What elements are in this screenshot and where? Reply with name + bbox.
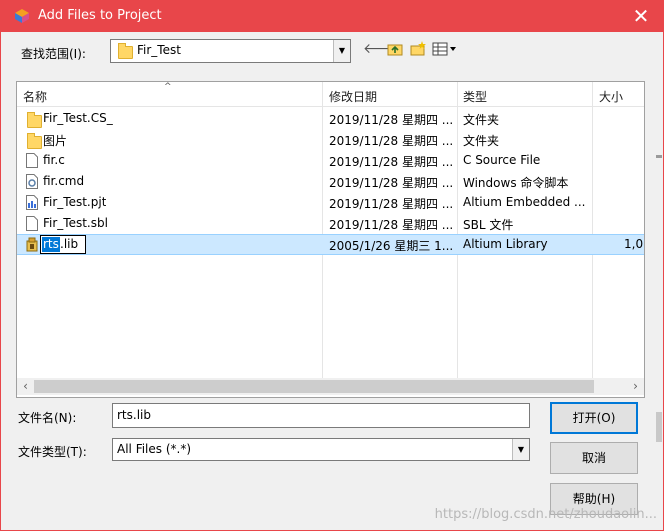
folder-icon [27,112,42,128]
file-type-label: 文件类型(T): [18,445,87,459]
horizontal-scrollbar[interactable]: ‹ › [17,378,644,395]
file-name: fir.cmd [43,174,85,188]
column-date[interactable]: 修改日期 [329,88,377,105]
list-item[interactable]: Fir_Test.pjt 2019/11/28 星期四 ... Altium E… [17,192,644,213]
file-name: 图片 [43,134,68,148]
scroll-left-icon[interactable]: ‹ [17,378,34,395]
file-name: Fir_Test.pjt [43,195,107,209]
column-size[interactable]: 大小 [599,88,623,105]
add-files-dialog: Add Files to Project ✕ 查找范围(I): Fir_Test… [0,0,664,531]
folder-icon [118,43,133,59]
app-icon [15,9,29,23]
file-type: Altium Library [463,237,548,251]
column-type[interactable]: 类型 [463,88,487,105]
look-in-dropdown[interactable]: Fir_Test ▼ [110,39,351,63]
chevron-down-icon[interactable]: ▼ [333,40,350,62]
close-button[interactable]: ✕ [619,1,663,32]
list-item-selected[interactable]: rts .lib 2005/1/26 星期三 1... Altium Libra… [17,234,644,255]
cancel-button[interactable]: 取消 [550,442,638,474]
title-bar[interactable]: Add Files to Project ✕ [1,1,663,32]
file-date: 2019/11/28 星期四 ... [329,113,454,127]
scroll-right-icon[interactable]: › [627,378,644,395]
file-type: Altium Embedded ... [463,195,586,209]
file-name: fir.c [43,153,65,167]
look-in-value: Fir_Test [137,43,181,57]
file-type: 文件夹 [463,113,500,127]
new-folder-icon[interactable] [409,40,427,58]
file-date: 2005/1/26 星期三 1... [329,239,454,253]
back-icon[interactable]: 🡐 [363,40,401,58]
file-date: 2019/11/28 星期四 ... [329,155,454,169]
look-in-label: 查找范围(I): [21,47,86,61]
column-header: 名称 ^ 修改日期 类型 大小 [17,82,644,107]
file-type: C Source File [463,153,541,167]
file-list[interactable]: 名称 ^ 修改日期 类型 大小 Fir_Test.CS_ 2019/11/28 … [16,81,645,398]
file-date: 2019/11/28 星期四 ... [329,218,454,232]
open-button[interactable]: 打开(O) [550,402,638,434]
file-name-input[interactable]: rts.lib [112,403,530,428]
list-item[interactable]: Fir_Test.CS_ 2019/11/28 星期四 ... 文件夹 [17,108,644,129]
file-type: Windows 命令脚本 [463,176,569,190]
watermark: https://blog.csdn.net/zhoudaolin... [434,507,657,522]
file-type: SBL 文件 [463,218,514,232]
library-icon [26,237,38,252]
file-name: Fir_Test.CS_ [43,111,113,125]
file-date: 2019/11/28 星期四 ... [329,197,454,211]
file-type: 文件夹 [463,134,500,148]
sort-ascending-icon: ^ [164,82,172,92]
document-icon [26,216,38,231]
up-folder-icon[interactable] [386,40,404,58]
script-icon [26,174,38,189]
rename-selected-text: rts [42,237,60,252]
list-item[interactable]: Fir_Test.sbl 2019/11/28 星期四 ... SBL 文件 [17,213,644,234]
list-item[interactable]: fir.c 2019/11/28 星期四 ... C Source File [17,150,644,171]
file-name-label: 文件名(N): [18,411,77,425]
list-item[interactable]: fir.cmd 2019/11/28 星期四 ... Windows 命令脚本 [17,171,644,192]
file-size: 1,01 [624,237,644,251]
scrollbar-thumb[interactable] [34,380,594,393]
background-window-edge [656,412,662,442]
rename-rest-text: .lib [60,237,79,251]
column-name[interactable]: 名称 [23,88,47,105]
file-date: 2019/11/28 星期四 ... [329,176,454,190]
file-type-value: All Files (*.*) [117,442,192,456]
view-menu-icon[interactable] [432,40,458,58]
file-type-dropdown[interactable]: All Files (*.*) ▼ [112,438,530,461]
file-date: 2019/11/28 星期四 ... [329,134,454,148]
project-icon [26,195,38,210]
background-window-edge [656,155,662,158]
file-name: Fir_Test.sbl [43,216,108,230]
folder-icon [27,133,42,149]
document-icon [26,153,38,168]
window-title: Add Files to Project [38,8,162,23]
rename-input[interactable]: rts .lib [40,235,86,254]
chevron-down-icon[interactable]: ▼ [512,439,529,460]
list-item[interactable]: 图片 2019/11/28 星期四 ... 文件夹 [17,129,644,150]
